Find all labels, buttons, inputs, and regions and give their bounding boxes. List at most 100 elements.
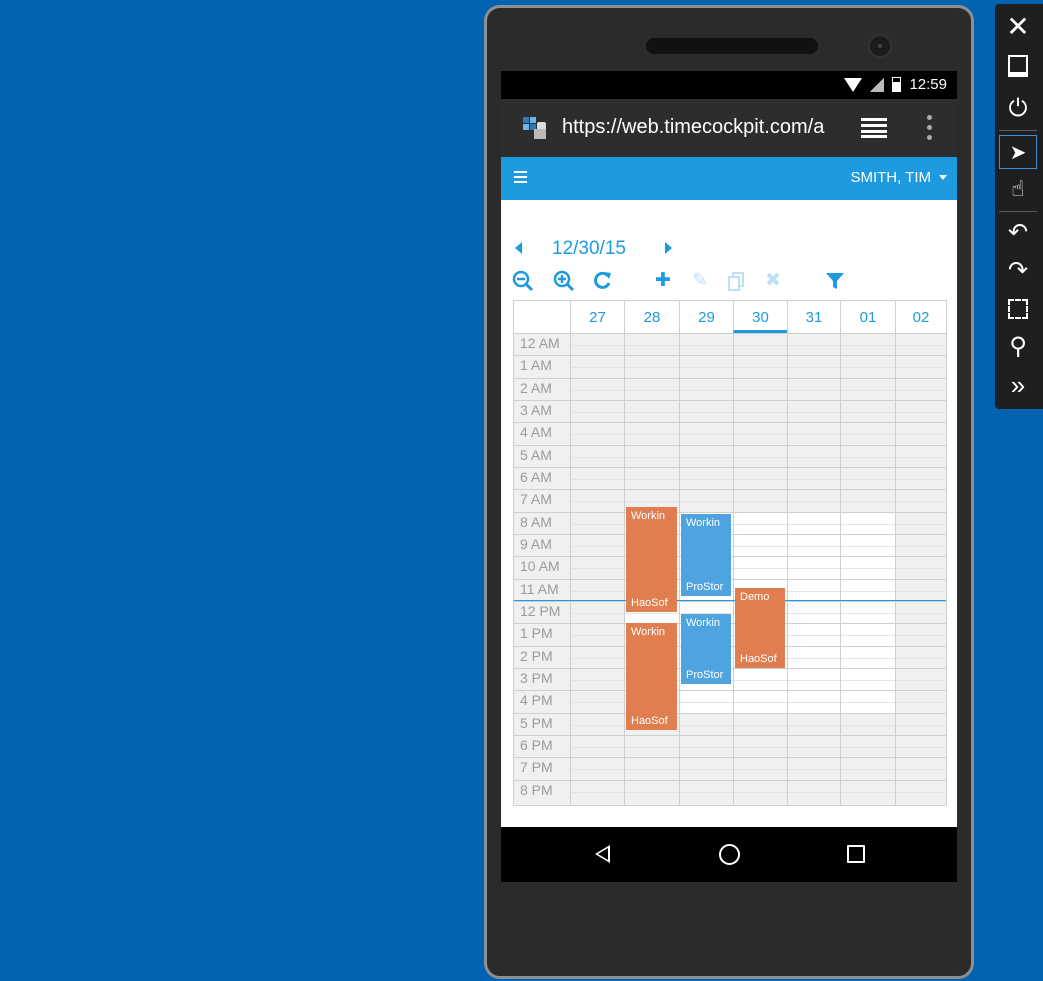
hour-row[interactable]: 12 AM bbox=[514, 333, 946, 355]
day-header[interactable]: 27 bbox=[570, 301, 624, 333]
web-content: SMITH, TIM 12/30/15 ✚ ✎ ✖ 12 AM 1 AM 2 A… bbox=[501, 157, 957, 827]
hour-label: 4 AM bbox=[520, 424, 552, 441]
user-menu[interactable]: SMITH, TIM bbox=[850, 169, 947, 186]
hour-label: 11 AM bbox=[520, 580, 559, 597]
status-bar: 12:59 bbox=[501, 71, 957, 99]
calendar-event[interactable]: Workin HaoSof bbox=[626, 623, 677, 731]
hour-label: 1 PM bbox=[520, 625, 553, 642]
half-hour-line bbox=[570, 478, 946, 480]
day-column-divider bbox=[733, 333, 734, 805]
hour-row[interactable]: 6 PM bbox=[514, 734, 946, 757]
rotate-right-icon[interactable]: ↷ bbox=[999, 254, 1037, 288]
date-navigator: 12/30/15 bbox=[501, 237, 957, 267]
hour-label: 7 PM bbox=[520, 759, 553, 776]
hour-row[interactable]: 3 AM bbox=[514, 399, 946, 422]
calendar-event[interactable]: Workin ProStor bbox=[681, 614, 731, 684]
hour-row[interactable]: 6 AM bbox=[514, 466, 946, 489]
current-date[interactable]: 12/30/15 bbox=[552, 238, 626, 260]
minimize-icon[interactable] bbox=[999, 49, 1037, 83]
half-hour-line bbox=[570, 345, 946, 346]
power-icon[interactable]: ⏻ bbox=[999, 92, 1037, 126]
phone-speaker bbox=[646, 38, 818, 54]
day-header[interactable]: 01 bbox=[840, 301, 895, 333]
delete-icon[interactable]: ✖ bbox=[762, 270, 784, 292]
more-options-icon[interactable] bbox=[927, 115, 933, 141]
day-column-divider bbox=[840, 333, 841, 805]
emulator-toolbar: ✕ ⏻ ➤ ☝ ↶ ↷ ⚲ » bbox=[995, 4, 1043, 409]
site-lock-icon bbox=[523, 117, 546, 139]
copy-icon[interactable] bbox=[726, 270, 748, 292]
hour-label: 10 AM bbox=[520, 558, 560, 575]
event-customer: HaoSof bbox=[631, 715, 668, 728]
event-title: Workin bbox=[686, 617, 721, 630]
zoom-in-icon[interactable] bbox=[553, 270, 575, 292]
half-hour-line bbox=[570, 389, 946, 391]
half-hour-line bbox=[570, 367, 946, 369]
day-header[interactable]: 31 bbox=[787, 301, 840, 333]
phone-camera bbox=[868, 34, 892, 58]
half-hour-line bbox=[570, 434, 946, 436]
event-customer: ProStor bbox=[686, 581, 724, 594]
event-customer: HaoSof bbox=[740, 652, 777, 665]
previous-date-icon[interactable] bbox=[515, 242, 522, 254]
hour-row[interactable]: 5 AM bbox=[514, 444, 946, 467]
pointer-icon[interactable]: ➤ bbox=[999, 135, 1037, 169]
hour-label: 5 AM bbox=[520, 446, 552, 463]
hour-label: 12 AM bbox=[520, 335, 560, 351]
day-column-divider bbox=[679, 333, 680, 805]
event-customer: ProStor bbox=[686, 668, 724, 681]
hour-row[interactable]: 7 AM bbox=[514, 489, 946, 511]
hour-row[interactable]: 7 PM bbox=[514, 757, 946, 779]
more-tools-icon[interactable]: » bbox=[999, 368, 1037, 402]
hour-row[interactable]: 4 AM bbox=[514, 422, 946, 444]
half-hour-line bbox=[570, 456, 946, 458]
hour-label: 5 PM bbox=[520, 714, 553, 731]
day-column-divider bbox=[787, 333, 788, 805]
url-field[interactable]: https://web.timecockpit.com/a bbox=[562, 116, 824, 139]
zoom-out-icon[interactable] bbox=[512, 270, 534, 292]
event-title: Demo bbox=[740, 590, 770, 603]
day-header[interactable]: 02 bbox=[895, 301, 946, 333]
event-title: Workin bbox=[631, 510, 666, 523]
hour-row[interactable]: 1 AM bbox=[514, 355, 946, 377]
half-hour-line bbox=[570, 411, 946, 413]
hour-row[interactable]: 8 PM bbox=[514, 779, 946, 802]
hour-row[interactable]: 2 AM bbox=[514, 377, 946, 400]
half-hour-line bbox=[570, 746, 946, 748]
next-date-icon[interactable] bbox=[665, 242, 672, 254]
day-header[interactable]: 30 bbox=[733, 301, 787, 333]
pencil-icon[interactable]: ✎ bbox=[689, 270, 711, 292]
half-hour-line bbox=[570, 769, 946, 771]
touch-icon[interactable]: ☝ bbox=[999, 172, 1037, 206]
fit-screen-icon[interactable] bbox=[999, 292, 1037, 326]
half-hour-line bbox=[570, 501, 946, 503]
hour-label: 4 PM bbox=[520, 692, 553, 709]
tabs-icon[interactable] bbox=[861, 118, 887, 138]
hour-label: 8 AM bbox=[520, 513, 552, 530]
hour-label: 7 AM bbox=[520, 491, 552, 508]
hour-label: 6 AM bbox=[520, 468, 552, 485]
refresh-icon[interactable] bbox=[592, 270, 614, 292]
day-header[interactable]: 28 bbox=[624, 301, 679, 333]
hour-row[interactable]: 5 PM bbox=[514, 712, 946, 735]
home-icon[interactable] bbox=[719, 844, 740, 865]
chevron-down-icon bbox=[939, 175, 947, 180]
menu-icon[interactable] bbox=[514, 171, 527, 183]
day-header[interactable]: 29 bbox=[679, 301, 733, 333]
close-icon[interactable]: ✕ bbox=[999, 10, 1037, 44]
day-column-divider bbox=[624, 333, 625, 805]
half-hour-line bbox=[570, 791, 946, 793]
filter-icon[interactable] bbox=[824, 270, 846, 292]
recent-apps-icon[interactable] bbox=[847, 845, 865, 863]
hour-row[interactable]: 4 PM bbox=[514, 690, 946, 712]
zoom-icon[interactable]: ⚲ bbox=[999, 330, 1037, 364]
calendar-event[interactable]: Workin ProStor bbox=[681, 513, 731, 597]
back-icon[interactable] bbox=[595, 845, 610, 863]
hour-label: 9 AM bbox=[520, 535, 552, 552]
battery-icon bbox=[892, 77, 902, 92]
rotate-left-icon[interactable]: ↶ bbox=[999, 216, 1037, 250]
calendar-event[interactable]: Demo HaoSof bbox=[735, 587, 785, 668]
calendar-event[interactable]: Workin HaoSof bbox=[626, 507, 677, 613]
status-time: 12:59 bbox=[909, 76, 947, 93]
plus-icon[interactable]: ✚ bbox=[652, 270, 674, 292]
